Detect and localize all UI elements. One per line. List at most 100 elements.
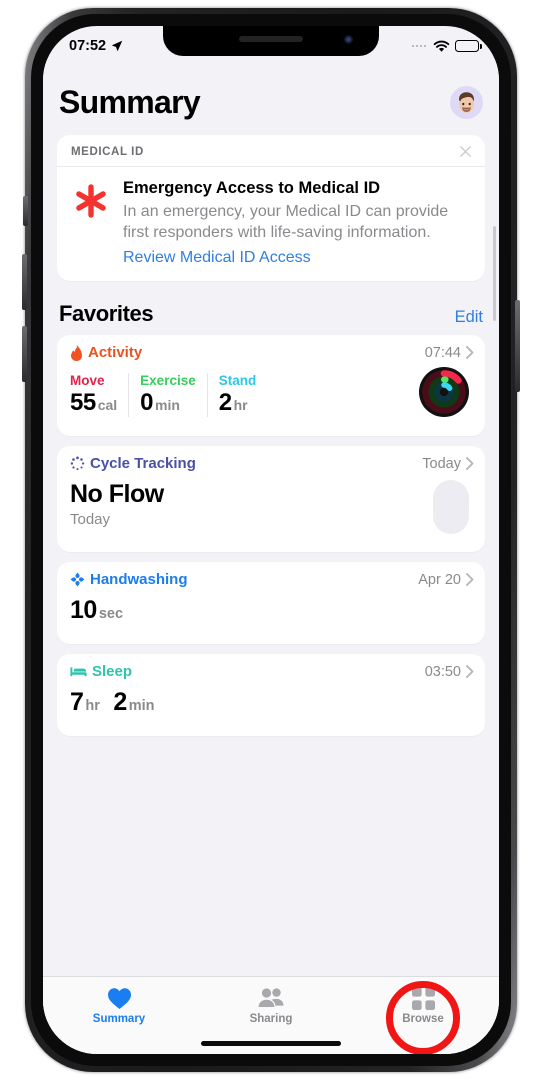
volume-up-button[interactable]: [22, 254, 27, 310]
sleep-hours-value: 7: [70, 688, 84, 717]
scroll-indicator[interactable]: [493, 226, 496, 321]
move-unit: cal: [97, 396, 118, 413]
status-bar-time: 07:52: [69, 38, 107, 54]
stand-label: Stand: [218, 372, 257, 388]
activity-card-title: Activity: [88, 344, 143, 362]
medical-id-title: Emergency Access to Medical ID: [123, 179, 381, 197]
tab-sharing-label: Sharing: [249, 1013, 293, 1025]
cycle-pill-indicator: [433, 480, 469, 535]
move-value: 55: [70, 388, 96, 416]
stand-unit: hr: [233, 396, 248, 413]
tab-bar: Summary Sharing Browse: [43, 976, 499, 1054]
activity-stat-stand: Stand 2 hr: [206, 372, 268, 417]
heart-icon: [107, 986, 132, 1010]
stand-value-group: 2 hr: [219, 389, 257, 417]
grid-icon: [411, 986, 435, 1010]
handwashing-droplets-icon: [70, 572, 85, 587]
handwashing-timestamp: Apr 20: [418, 571, 461, 588]
sleep-title: Sleep: [92, 663, 133, 681]
screenshot-stage: 07:52 Summary MEDICAL ID Emergency Acces…: [0, 0, 542, 1080]
medical-id-card-body: Emergency Access to Medical ID In an eme…: [57, 167, 485, 281]
sleep-card[interactable]: Sleep 03:50 7 hr 2 min: [57, 654, 485, 737]
cycle-tracking-timestamp: Today: [422, 455, 461, 472]
handwashing-value: 10: [70, 596, 97, 625]
sleep-value-group: 7 hr 2 min: [70, 688, 472, 717]
activity-card-title-group: Activity: [70, 344, 142, 361]
medical-id-card-text: Emergency Access to Medical ID In an eme…: [123, 179, 471, 267]
tab-browse[interactable]: Browse: [347, 977, 499, 1054]
phone-screen: 07:52 Summary MEDICAL ID Emergency Acces…: [43, 26, 499, 1054]
medical-id-card-header: MEDICAL ID: [57, 135, 485, 167]
activity-stat-exercise: Exercise 0 min: [128, 372, 207, 417]
tab-summary-label: Summary: [92, 1013, 146, 1025]
handwashing-card-body: 10 sec: [57, 590, 485, 644]
edit-favorites-button[interactable]: Edit: [455, 308, 483, 327]
activity-card-meta: 07:44: [425, 345, 474, 361]
review-medical-id-access-link[interactable]: Review Medical ID Access: [123, 249, 471, 267]
sleep-minutes-value: 2: [113, 688, 127, 717]
status-bar-left: 07:52: [69, 38, 123, 54]
cellular-dots-icon: [411, 44, 426, 48]
close-icon[interactable]: [458, 144, 473, 159]
location-arrow-icon: [111, 40, 123, 52]
cycle-tracking-card-body: No Flow Today: [57, 474, 485, 552]
page-title: Summary: [59, 84, 201, 120]
flame-icon: [71, 344, 82, 361]
medical-id-card[interactable]: MEDICAL ID Emergency Access to Medical I…: [57, 135, 485, 282]
silent-switch[interactable]: [23, 196, 28, 226]
activity-card[interactable]: Activity 07:44 Move 55 cal Exercise 0 mi…: [57, 335, 485, 437]
move-value-group: 55 cal: [70, 389, 117, 417]
chevron-right-icon: [466, 573, 474, 586]
tab-browse-label: Browse: [402, 1013, 444, 1025]
exercise-value-group: 0 min: [140, 389, 196, 417]
battery-icon: [455, 40, 482, 52]
home-indicator[interactable]: [201, 1041, 341, 1046]
people-icon: [257, 986, 285, 1010]
cycle-tracking-subvalue: Today: [70, 511, 111, 529]
cycle-tracking-card[interactable]: Cycle Tracking Today No Flow Today: [57, 446, 485, 553]
sleep-card-body: 7 hr 2 min: [57, 682, 485, 736]
exercise-unit: min: [155, 396, 180, 413]
favorites-header: Favorites Edit: [43, 291, 499, 335]
activity-stat-move: Move 55 cal: [70, 373, 128, 417]
summary-scroll-view[interactable]: Summary MEDICAL ID Emergency Access to M…: [43, 60, 499, 1054]
move-label: Move: [70, 372, 105, 388]
exercise-label: Exercise: [140, 372, 196, 388]
cycle-tracking-title-group: Cycle Tracking: [70, 455, 196, 472]
handwashing-meta: Apr 20: [418, 572, 474, 588]
handwashing-card[interactable]: Handwashing Apr 20 10 sec: [57, 562, 485, 645]
wifi-icon: [433, 40, 450, 52]
cycle-tracking-card-header: Cycle Tracking Today: [57, 446, 485, 474]
activity-rings-icon: [419, 367, 472, 422]
handwashing-title: Handwashing: [90, 571, 188, 589]
power-button[interactable]: [515, 300, 520, 392]
handwashing-value-group: 10 sec: [70, 596, 472, 625]
front-camera: [344, 35, 353, 44]
handwashing-unit: sec: [98, 606, 124, 623]
sleep-timestamp: 03:50: [424, 663, 461, 680]
stand-value: 2: [218, 388, 232, 416]
activity-card-header: Activity 07:44: [57, 335, 485, 363]
bed-icon: [70, 667, 87, 677]
sleep-meta: 03:50: [425, 664, 474, 680]
status-bar-right: [411, 40, 482, 53]
display-notch: [163, 26, 379, 56]
volume-down-button[interactable]: [22, 326, 27, 382]
avatar[interactable]: [450, 86, 483, 119]
earpiece-speaker: [239, 36, 303, 42]
sleep-minutes-unit: min: [128, 698, 155, 715]
cycle-dots-icon: [70, 456, 85, 471]
medical-id-description: In an emergency, your Medical ID can pro…: [123, 202, 449, 241]
page-header: Summary: [43, 60, 499, 135]
cycle-tracking-value: No Flow: [70, 480, 164, 509]
cycle-tracking-title: Cycle Tracking: [90, 455, 196, 473]
cycle-tracking-meta: Today: [422, 456, 474, 472]
medical-id-section-label: MEDICAL ID: [71, 145, 144, 158]
chevron-right-icon: [466, 665, 474, 678]
favorites-title: Favorites: [59, 301, 154, 327]
chevron-right-icon: [466, 457, 474, 470]
sleep-hours-unit: hr: [85, 698, 100, 715]
medical-asterisk-icon: [71, 179, 111, 267]
sleep-title-group: Sleep: [70, 663, 132, 680]
tab-summary[interactable]: Summary: [43, 977, 195, 1054]
